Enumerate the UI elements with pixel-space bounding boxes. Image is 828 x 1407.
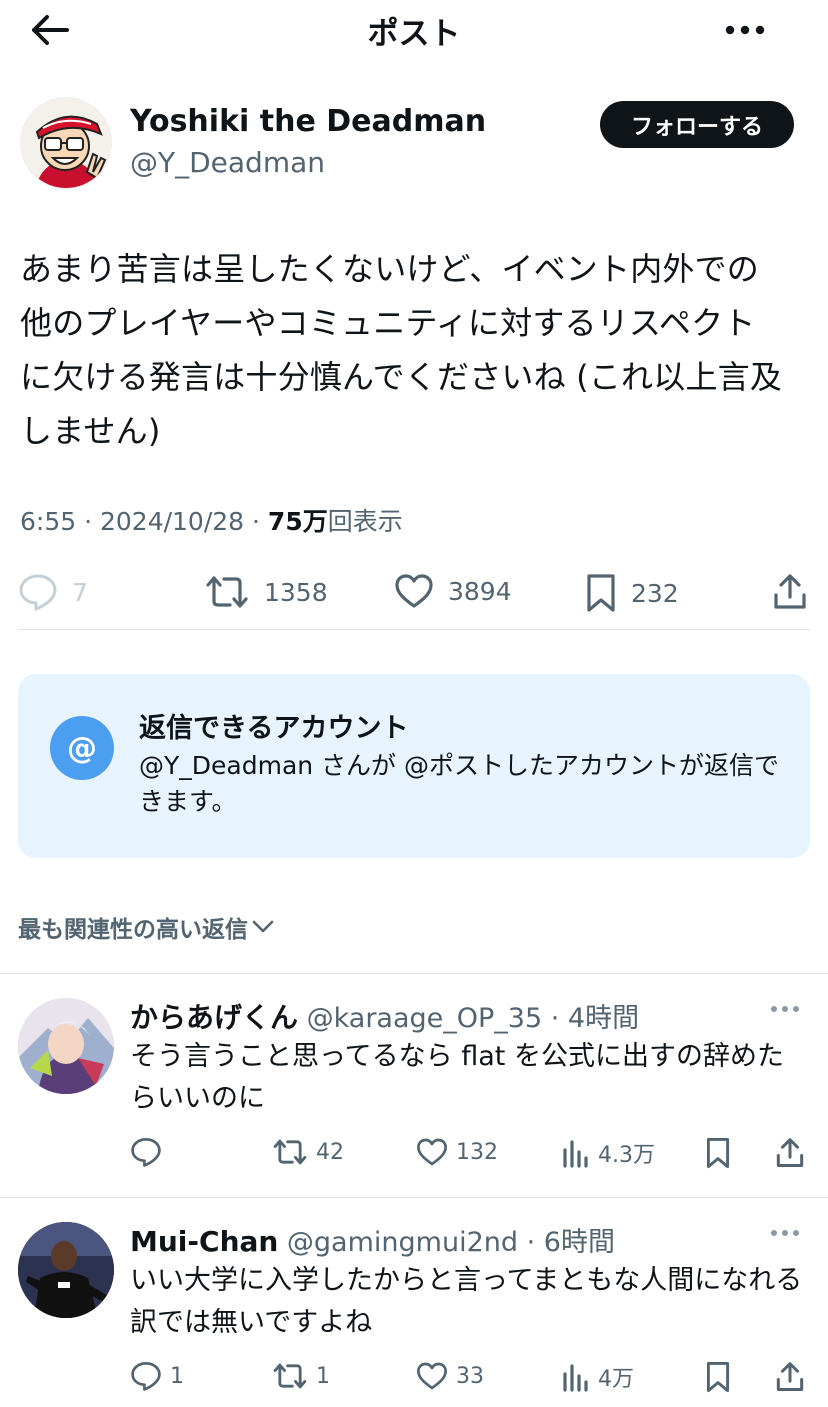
repost-icon [206, 576, 248, 608]
divider [18, 629, 810, 630]
reply-like-action[interactable]: 33 [416, 1361, 484, 1391]
bookmark-action[interactable]: 232 [585, 573, 679, 613]
reply-separator: · [518, 1227, 544, 1258]
bookmark-icon [706, 1361, 730, 1393]
reply-icon [131, 1138, 161, 1167]
reply-author-handle[interactable]: @karaage_OP_35 [307, 1003, 543, 1034]
reply-like-count: 33 [456, 1363, 484, 1389]
reply-icon [131, 1362, 161, 1391]
like-count: 3894 [448, 576, 512, 606]
post-time: 6:55 · 2024/10/28 · [20, 507, 268, 536]
like-icon [417, 1362, 447, 1390]
bookmark-icon [587, 574, 615, 612]
reply-like-count: 132 [456, 1139, 498, 1165]
sort-label: 最も関連性の高い返信 [18, 917, 248, 943]
top-bar: ポスト [0, 0, 828, 60]
reply-sort-dropdown[interactable]: 最も関連性の高い返信 [18, 910, 274, 944]
follow-button[interactable]: フォローする [600, 101, 794, 148]
reply-header: からあげくん @karaage_OP_35 · 4時間 [130, 996, 639, 1036]
reply-header: Mui-Chan @gamingmui2nd · 6時間 [130, 1220, 615, 1259]
views-icon [563, 1140, 588, 1168]
page-title: ポスト [367, 16, 461, 52]
reply-share-action[interactable] [775, 1361, 805, 1393]
post-views-suffix: 回表示 [327, 507, 403, 536]
reply-reply-count: 1 [170, 1363, 184, 1389]
reply-views-action[interactable]: 4.3万 [562, 1137, 655, 1169]
reply-separator: · [542, 1003, 568, 1034]
reply-count: 7 [72, 577, 88, 607]
at-icon: @ [50, 716, 114, 780]
reply-time[interactable]: 6時間 [544, 1227, 615, 1258]
post-meta: 6:55 · 2024/10/28 · 75万回表示 [20, 502, 403, 538]
reply-author-name[interactable]: からあげくん [130, 1001, 298, 1034]
post-text: あまり苦言は呈したくないけど、イベント内外での 他のプレイヤーやコミュニティに対… [20, 250, 783, 450]
chevron-down-icon [252, 920, 274, 933]
reply-time[interactable]: 4時間 [568, 1003, 639, 1034]
reply-author-name[interactable]: Mui-Chan [130, 1225, 278, 1258]
reply-view-count: 4.3万 [598, 1143, 655, 1168]
share-action[interactable] [772, 573, 808, 611]
bookmark-count: 232 [631, 578, 679, 608]
reply-restriction-notice: @ 返信できるアカウント @Y_Deadman さんが @ポストしたアカウントが… [18, 674, 810, 858]
reply-views-action[interactable]: 4万 [562, 1361, 634, 1393]
reply-repost-action[interactable]: 1 [272, 1361, 330, 1391]
cartoon-avatar-image [21, 98, 111, 188]
reply-like-action[interactable]: 132 [416, 1137, 498, 1167]
reply-repost-count: 1 [316, 1363, 330, 1389]
reply-reply-action[interactable] [130, 1137, 170, 1167]
divider [0, 1197, 828, 1198]
divider [0, 973, 828, 974]
reply-author-handle[interactable]: @gamingmui2nd [287, 1227, 518, 1258]
reply-text: そう言うこと思ってるなら flat を公式に出すの辞めたらいいのに [130, 1041, 784, 1114]
repost-icon [273, 1139, 307, 1165]
reply-view-count: 4万 [598, 1367, 634, 1392]
reply-action[interactable]: 7 [18, 573, 88, 611]
notice-body: @Y_Deadman さんが @ポストしたアカウントが返信できます。 [139, 751, 780, 816]
reply-repost-action[interactable]: 42 [272, 1137, 344, 1167]
reply-avatar[interactable] [18, 1222, 114, 1318]
reply-more-button[interactable] [770, 1222, 814, 1248]
reply-share-action[interactable] [775, 1137, 805, 1169]
more-button[interactable] [722, 12, 768, 48]
repost-icon [273, 1363, 307, 1389]
repost-action[interactable]: 1358 [204, 573, 328, 611]
like-action[interactable]: 3894 [394, 573, 512, 609]
repost-count: 1358 [264, 577, 328, 607]
more-icon [771, 1006, 799, 1012]
anime-avatar-image [18, 998, 114, 1094]
reply-text: いい大学に入学したからと言ってまともな人間になれる訳では無いですよね [130, 1265, 803, 1338]
bookmark-icon [706, 1137, 730, 1169]
author-handle[interactable]: @Y_Deadman [130, 146, 325, 179]
reply-avatar[interactable] [18, 998, 114, 1094]
reply-more-button[interactable] [770, 998, 814, 1024]
share-icon [774, 574, 806, 609]
more-icon [725, 25, 765, 35]
athlete-avatar-image [18, 1222, 114, 1318]
like-icon [395, 574, 433, 608]
author-avatar[interactable] [20, 97, 112, 189]
share-icon [776, 1138, 804, 1167]
reply-icon [19, 574, 57, 611]
reply-bookmark-action[interactable] [705, 1361, 731, 1393]
post-views[interactable]: 75万 [268, 507, 328, 536]
reply-bookmark-action[interactable] [705, 1137, 731, 1169]
views-icon [563, 1364, 588, 1392]
like-icon [417, 1138, 447, 1166]
notice-title: 返信できるアカウント [139, 713, 409, 744]
author-name[interactable]: Yoshiki the Deadman [130, 104, 486, 139]
more-icon [771, 1230, 799, 1236]
share-icon [776, 1362, 804, 1391]
reply-reply-action[interactable]: 1 [130, 1361, 184, 1391]
reply-repost-count: 42 [316, 1139, 344, 1165]
